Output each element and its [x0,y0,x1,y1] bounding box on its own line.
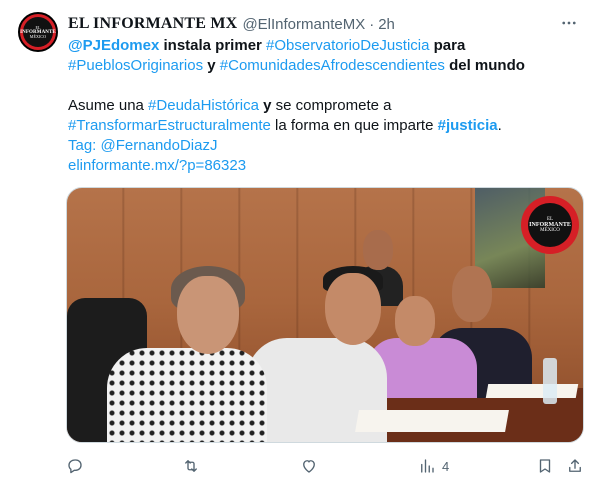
author-handle[interactable]: @ElInformanteMX [242,16,365,33]
tweet-text-line-5: Tag: @FernandoDiazJ [68,136,588,156]
header-separator: · [369,15,375,33]
photo-person-1-body [107,348,267,442]
like-button[interactable] [300,454,318,478]
photo-person-4-head [452,266,492,322]
tag-label: Tag: [68,137,101,154]
views-bar-chart-icon [421,459,434,473]
text-segment: Asume una [68,97,149,114]
photo-document [485,384,579,398]
tweet-timestamp[interactable]: 2h [378,16,395,33]
hashtag-comunidades-afro[interactable]: #ComunidadesAfrodescendientes [220,57,445,74]
tweet-text: @PJEdomex instala primer #ObservatorioDe… [68,36,588,176]
retweet-button[interactable] [182,454,200,478]
reply-icon [68,459,82,474]
article-link[interactable]: elinformante.mx/?p=86323 [68,157,246,174]
tweet-text-line-1: @PJEdomex instala primer #ObservatorioDe… [68,36,588,56]
bookmark-button[interactable] [536,454,554,478]
reply-button[interactable] [66,454,84,478]
tweet-header: EL INFORMANTE MX @ElInformanteMX · 2h [68,14,588,34]
bookmark-icon [539,459,551,473]
tweet-actions-bar: 4 [66,454,586,478]
more-dots-graphic [562,21,576,25]
photo-person-2-head [325,273,381,345]
hashtag-pueblos-originarios[interactable]: #PueblosOriginarios [68,57,203,74]
mention-pjedomex[interactable]: @PJEdomex [68,37,159,54]
views-count: 4 [442,458,450,474]
photo-document [355,410,509,432]
hashtag-transformar[interactable]: #TransformarEstructuralmente [68,117,271,134]
hashtag-deuda-historica[interactable]: #DeudaHistórica [148,97,259,114]
avatar-logo: EL INFORMANTE MÉXICO [20,17,56,47]
retweet-icon [185,460,197,472]
text-segment: se compromete a [271,97,392,114]
heart-icon [303,460,315,473]
photo-logo-center: EL INFORMANTE MÉXICO [528,203,572,247]
author-display-name[interactable]: EL INFORMANTE MX [68,15,237,33]
tweet-text-line-6: elinformante.mx/?p=86323 [68,156,588,176]
photo-logo-text-3: MÉXICO [540,228,560,234]
tweet-text-line-2: #PueblosOriginarios y #ComunidadesAfrode… [68,56,588,76]
views-button[interactable]: 4 [418,454,449,478]
text-segment: del mundo [444,57,525,74]
tweet-card[interactable]: EL INFORMANTE MÉXICO EL INFORMANTE MX @E… [0,0,601,490]
text-segment: y [203,57,220,74]
photo-water-bottle [543,358,557,404]
tweet-photo[interactable]: EL INFORMANTE MÉXICO [66,187,584,443]
tweet-text-line-4: #TransformarEstructuralmente la forma en… [68,116,588,136]
avatar-logo-text-3: MÉXICO [29,33,47,39]
share-icon [569,459,581,472]
tweet-text-line-3: Asume una #DeudaHistórica y se compromet… [68,96,588,116]
more-horizontal-icon[interactable] [558,12,580,34]
text-segment: y [258,97,272,114]
photo-watermark-logo: EL INFORMANTE MÉXICO [521,196,579,254]
hashtag-observatorio[interactable]: #ObservatorioDeJusticia [266,37,429,54]
share-button[interactable] [566,454,584,478]
text-segment: la forma en que imparte [270,117,438,134]
photo-person-1-head [177,276,239,354]
photo-person-standing-head [363,230,393,270]
hashtag-justicia[interactable]: #justicia [438,117,498,134]
mention-fernandodiazj[interactable]: @FernandoDiazJ [101,137,218,154]
text-segment: instala primer [159,37,267,54]
photo-person-3-head [395,296,435,346]
text-segment: . [497,117,502,134]
text-segment: para [429,37,466,54]
author-avatar[interactable]: EL INFORMANTE MÉXICO [18,12,58,52]
